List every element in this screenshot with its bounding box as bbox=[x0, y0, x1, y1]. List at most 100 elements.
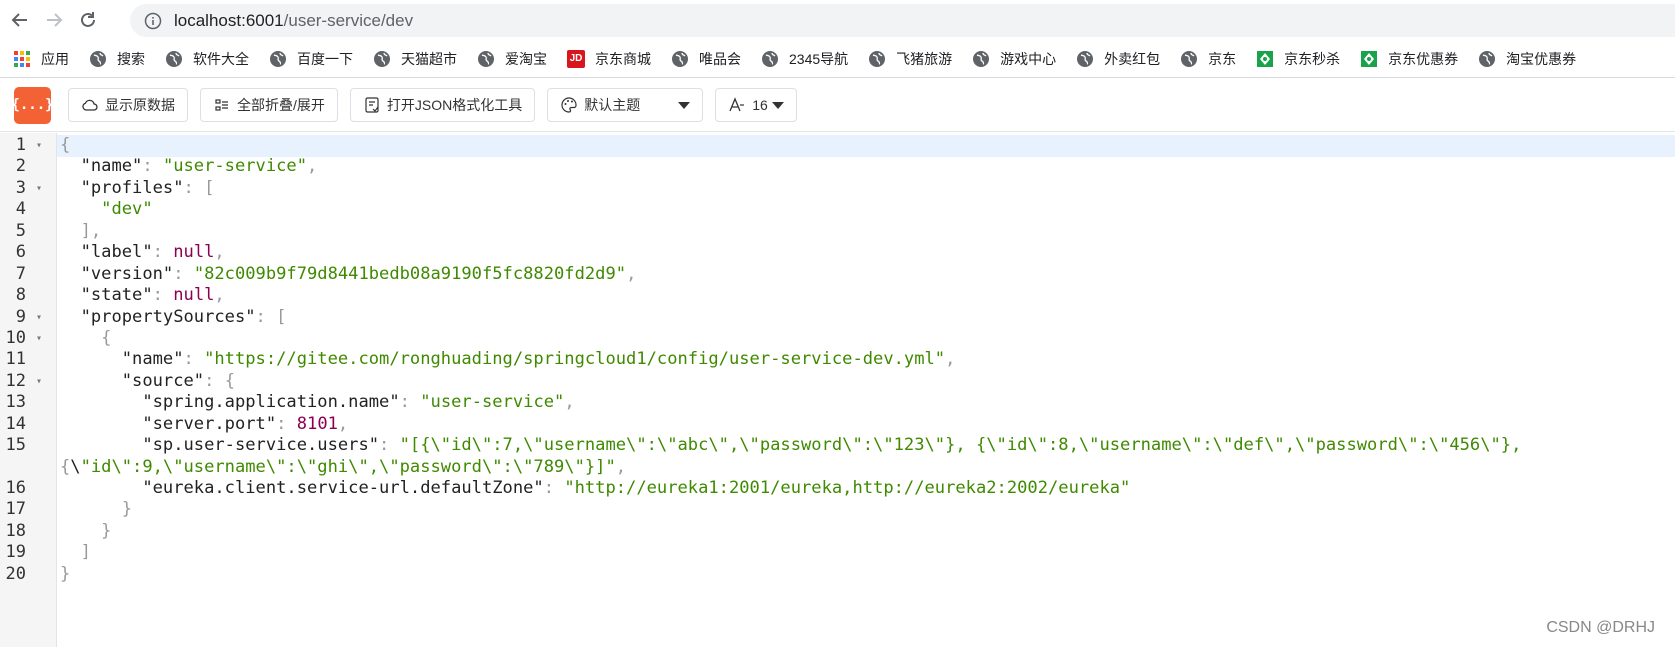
fold-toggle-icon[interactable]: ▾ bbox=[36, 135, 46, 156]
show-raw-label: 显示原数据 bbox=[105, 97, 175, 113]
line-number: 12 bbox=[5, 370, 26, 391]
bookmark-label: 淘宝优惠券 bbox=[1506, 50, 1577, 67]
chevron-down-icon bbox=[678, 101, 691, 109]
line-number: 16 bbox=[5, 478, 26, 498]
bookmark-label: 外卖红包 bbox=[1104, 50, 1161, 67]
bookmark-item[interactable]: 爱淘宝 bbox=[477, 49, 547, 69]
bookmark-item[interactable]: 软件大全 bbox=[165, 49, 249, 69]
theme-select[interactable]: 默认主题 bbox=[547, 88, 704, 122]
cloud-icon bbox=[82, 99, 98, 111]
line-number: 8 bbox=[15, 285, 26, 306]
bookmark-item[interactable]: JD 京东商城 bbox=[567, 49, 651, 69]
code-text: { bbox=[101, 327, 112, 348]
bookmark-item[interactable]: 京东优惠券 bbox=[1360, 49, 1458, 69]
line-number: 6 bbox=[15, 242, 26, 263]
show-raw-button[interactable]: 显示原数据 bbox=[68, 88, 188, 122]
code-line: 8 "state": null, bbox=[0, 285, 1675, 306]
code-line: 19 ] bbox=[0, 542, 1675, 563]
palette-icon bbox=[561, 97, 577, 113]
code-text: "profiles": [ bbox=[80, 177, 215, 198]
line-number: 10 bbox=[5, 327, 26, 348]
reload-button[interactable] bbox=[74, 6, 102, 34]
bookmark-item[interactable]: 京东秒杀 bbox=[1256, 49, 1340, 69]
code-text: "name": "user-service", bbox=[80, 156, 318, 177]
green-badge-icon bbox=[1256, 50, 1274, 68]
code-line: 17 } bbox=[0, 499, 1675, 520]
code-line: 14 "server.port": 8101, bbox=[0, 414, 1675, 435]
globe-icon bbox=[1076, 50, 1094, 68]
font-size-icon bbox=[729, 97, 745, 112]
bookmark-item[interactable]: 淘宝优惠券 bbox=[1478, 49, 1576, 69]
watermark: CSDN @DRHJ bbox=[1546, 619, 1655, 636]
open-format-tool-label: 打开JSON格式化工具 bbox=[386, 97, 523, 113]
line-number: 1 bbox=[15, 135, 26, 155]
bookmark-label: 应用 bbox=[41, 50, 69, 67]
line-number: 17 bbox=[5, 499, 26, 520]
code-text: "name": "https://gitee.com/ronghuading/s… bbox=[121, 349, 956, 370]
bookmark-item[interactable]: 游戏中心 bbox=[972, 49, 1056, 69]
fold-toggle-icon[interactable]: ▾ bbox=[36, 328, 46, 349]
bookmark-item[interactable]: 唯品会 bbox=[671, 49, 741, 69]
bookmark-item[interactable]: 外卖红包 bbox=[1076, 49, 1160, 69]
globe-icon bbox=[868, 50, 886, 68]
url-host: localhost:6001 bbox=[174, 10, 284, 30]
code-line: 3 ▾ "profiles": [ bbox=[0, 178, 1675, 199]
code-text: ] bbox=[80, 542, 91, 563]
forward-button[interactable] bbox=[40, 6, 68, 34]
code-text: } bbox=[60, 563, 71, 584]
chevron-down-icon bbox=[772, 101, 785, 109]
collapse-icon bbox=[215, 99, 228, 111]
globe-icon bbox=[165, 50, 183, 68]
code-line: 2 "name": "user-service", bbox=[0, 156, 1675, 177]
line-number: 11 bbox=[5, 349, 26, 370]
line-number: 2 bbox=[15, 156, 26, 177]
reload-icon bbox=[81, 12, 95, 27]
bookmark-label: 2345导航 bbox=[789, 50, 849, 67]
code-text: "sp.user-service.users": "[{\"id\":7,\"u… bbox=[142, 435, 1522, 456]
globe-icon bbox=[761, 50, 779, 68]
bookmark-item[interactable]: 天猫超市 bbox=[373, 49, 457, 69]
code-text: "version": "82c009b9f79d8441bedb08a9190f… bbox=[80, 263, 637, 284]
code-line: 20} bbox=[0, 564, 1675, 585]
bookmark-item[interactable]: 2345导航 bbox=[761, 49, 848, 69]
fold-toggle-icon[interactable]: ▾ bbox=[36, 371, 46, 392]
code-text: "source": { bbox=[121, 370, 235, 391]
line-number: 4 bbox=[15, 199, 26, 220]
json-viewer-toolbar: {...} 显示原数据 全部折叠/展开 打开JSON格式化工具 默认主题 16 bbox=[0, 79, 1675, 132]
line-number: 5 bbox=[15, 220, 26, 241]
bookmark-label: 唯品会 bbox=[699, 50, 741, 67]
fold-toggle-icon[interactable]: ▾ bbox=[36, 307, 46, 328]
bookmark-item[interactable]: 京东 bbox=[1180, 49, 1236, 69]
font-size-select[interactable]: 16 bbox=[715, 88, 798, 122]
code-text: "propertySources": [ bbox=[80, 306, 287, 327]
info-icon[interactable] bbox=[144, 12, 162, 30]
code-line: 7 "version": "82c009b9f79d8441bedb08a919… bbox=[0, 264, 1675, 285]
back-button[interactable] bbox=[6, 6, 34, 34]
bookmark-item[interactable]: 应用 bbox=[13, 49, 69, 69]
globe-icon bbox=[972, 50, 990, 68]
url-field[interactable]: localhost:6001/user-service/dev bbox=[130, 4, 1675, 37]
json-editor[interactable]: 1 ▾ {2 "name": "user-service", 3 ▾ "profiles… bbox=[0, 133, 1675, 647]
collapse-expand-label: 全部折叠/展开 bbox=[237, 97, 325, 113]
globe-icon bbox=[269, 50, 287, 68]
fold-toggle-icon[interactable]: ▾ bbox=[36, 178, 46, 199]
bookmark-item[interactable]: 飞猪旅游 bbox=[868, 49, 952, 69]
json-logo[interactable]: {...} bbox=[11, 86, 54, 124]
code-area[interactable]: 1 ▾ {2 "name": "user-service", 3 ▾ "profiles… bbox=[0, 135, 1675, 585]
collapse-expand-button[interactable]: 全部折叠/展开 bbox=[200, 88, 338, 122]
globe-icon bbox=[89, 50, 107, 68]
open-format-tool-button[interactable]: 打开JSON格式化工具 bbox=[349, 88, 536, 122]
code-text: "server.port": 8101, bbox=[142, 413, 349, 434]
globe-icon bbox=[671, 50, 689, 68]
code-line: 4 "dev" bbox=[0, 199, 1675, 220]
bookmark-label: 爱淘宝 bbox=[505, 50, 547, 67]
bookmarks-bar: 应用 搜索 软件大全 百度一下 天猫超市 爱淘宝 JD 京东商城 唯品会 2345导航 飞猪旅游 游戏… bbox=[0, 40, 1675, 78]
line-number: 9 bbox=[15, 306, 26, 327]
bookmark-label: 京东商城 bbox=[595, 50, 651, 67]
code-line: 6 "label": null, bbox=[0, 242, 1675, 263]
code-line: 10 ▾ { bbox=[0, 328, 1675, 349]
code-text: { bbox=[60, 135, 71, 155]
code-line: 18 } bbox=[0, 521, 1675, 542]
bookmark-item[interactable]: 百度一下 bbox=[269, 49, 353, 69]
bookmark-item[interactable]: 搜索 bbox=[89, 49, 145, 69]
